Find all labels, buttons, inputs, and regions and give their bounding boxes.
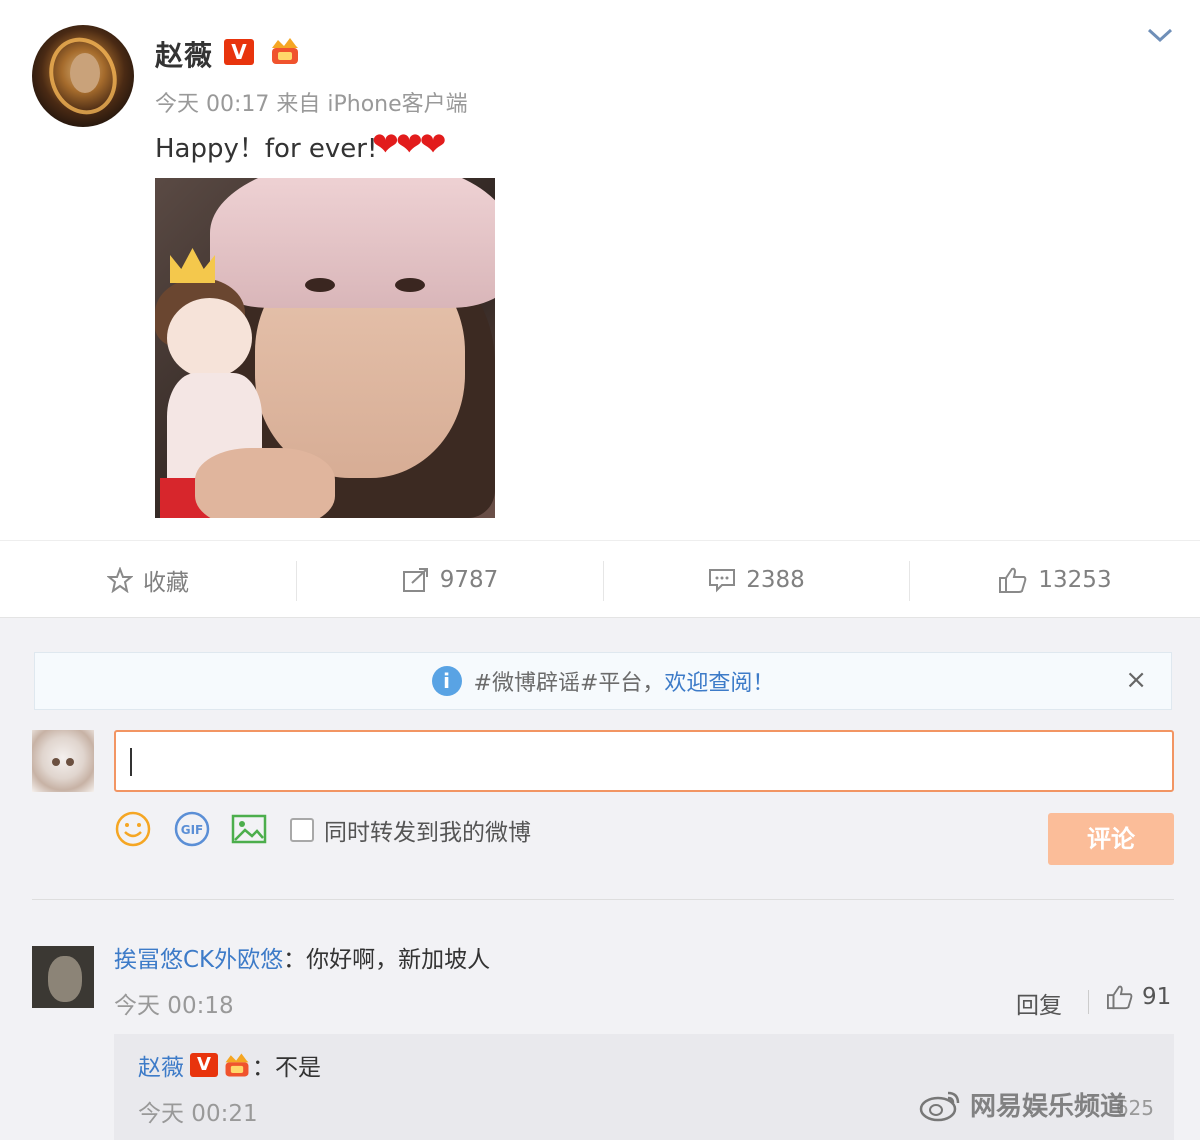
weibo-logo-icon bbox=[919, 1091, 960, 1121]
comment-time: 今天 00:18 bbox=[114, 993, 234, 1019]
commenter-name[interactable]: 挨冨悠CK外欧悠 bbox=[114, 947, 283, 973]
divider bbox=[1088, 990, 1089, 1014]
comment-section: i #微博辟谣#平台， 欢迎查阅！ × GIF 同时转发到我的微博 评论 挨冨悠… bbox=[0, 618, 1200, 1140]
repost-button[interactable]: 9787 bbox=[297, 541, 603, 619]
author-avatar[interactable] bbox=[32, 25, 134, 127]
emoji-icon[interactable] bbox=[114, 810, 152, 848]
rumor-notice-banner: i #微博辟谣#平台， 欢迎查阅！ × bbox=[34, 652, 1172, 710]
chevron-down-icon[interactable] bbox=[1146, 24, 1174, 46]
verified-badge-icon: V bbox=[190, 1053, 218, 1077]
notice-link[interactable]: 欢迎查阅！ bbox=[664, 665, 774, 697]
current-user-avatar[interactable] bbox=[32, 730, 94, 792]
favorite-button[interactable]: 收藏 bbox=[0, 541, 296, 619]
gif-icon[interactable]: GIF bbox=[173, 810, 211, 848]
comment-input[interactable] bbox=[114, 730, 1174, 792]
vip-crown-icon bbox=[225, 1053, 249, 1077]
weibo-post: 赵薇 V 今天 00:17 来自 iPhone客户端 Happy！for eve… bbox=[0, 0, 1200, 540]
action-bar: 收藏 9787 2388 13253 bbox=[0, 540, 1200, 618]
repost-checkbox-label[interactable]: 同时转发到我的微博 bbox=[324, 813, 531, 847]
post-text: Happy！for ever! bbox=[155, 134, 378, 164]
comment-text: ：你好啊，新加坡人 bbox=[283, 947, 491, 973]
reply-time: 今天 00:21 bbox=[138, 1101, 258, 1127]
notice-text: #微博辟谣#平台， bbox=[473, 671, 665, 696]
repost-count: 9787 bbox=[439, 567, 499, 593]
post-meta: 今天 00:17 来自 iPhone客户端 bbox=[155, 92, 468, 117]
favorite-label: 收藏 bbox=[143, 570, 189, 596]
thumbs-up-icon bbox=[1107, 985, 1133, 1010]
reply-text: ：不是 bbox=[252, 1055, 321, 1081]
reply-line: 赵薇 V ：不是 bbox=[138, 1048, 321, 1082]
comment-line: 挨冨悠CK外欧悠：你好啊，新加坡人 bbox=[114, 940, 490, 974]
repost-checkbox[interactable] bbox=[290, 818, 314, 842]
comment-like-count: 91 bbox=[1142, 984, 1172, 1010]
post-photo[interactable] bbox=[155, 178, 495, 518]
star-icon bbox=[107, 567, 133, 593]
submit-comment-button[interactable]: 评论 bbox=[1048, 813, 1174, 865]
comment-like-button[interactable]: 91 bbox=[1106, 984, 1171, 1010]
vip-crown-icon[interactable] bbox=[268, 34, 302, 68]
svg-text:GIF: GIF bbox=[181, 823, 204, 837]
reply-author-name[interactable]: 赵薇 bbox=[138, 1048, 184, 1082]
comment-icon bbox=[709, 569, 736, 593]
author-name[interactable]: 赵薇 bbox=[155, 34, 213, 74]
reply-button[interactable]: 回复 bbox=[1016, 986, 1062, 1020]
thumbs-up-icon bbox=[999, 567, 1027, 593]
repost-icon bbox=[402, 568, 428, 592]
comment-button[interactable]: 2388 bbox=[604, 541, 909, 619]
like-button[interactable]: 13253 bbox=[910, 541, 1200, 619]
divider bbox=[32, 899, 1174, 900]
close-icon[interactable]: × bbox=[1125, 665, 1147, 695]
heart-emoji-icon: ❤❤❤ bbox=[372, 125, 446, 163]
info-icon: i bbox=[431, 666, 462, 696]
image-icon[interactable] bbox=[230, 810, 268, 848]
commenter-avatar[interactable] bbox=[32, 946, 94, 1008]
verified-badge-icon[interactable]: V bbox=[224, 39, 254, 65]
watermark-text: 网易娱乐频道 bbox=[970, 1092, 1127, 1122]
watermark: 网易娱乐频道 bbox=[918, 1086, 1126, 1123]
comment-count: 2388 bbox=[746, 567, 805, 593]
like-count: 13253 bbox=[1038, 567, 1112, 593]
